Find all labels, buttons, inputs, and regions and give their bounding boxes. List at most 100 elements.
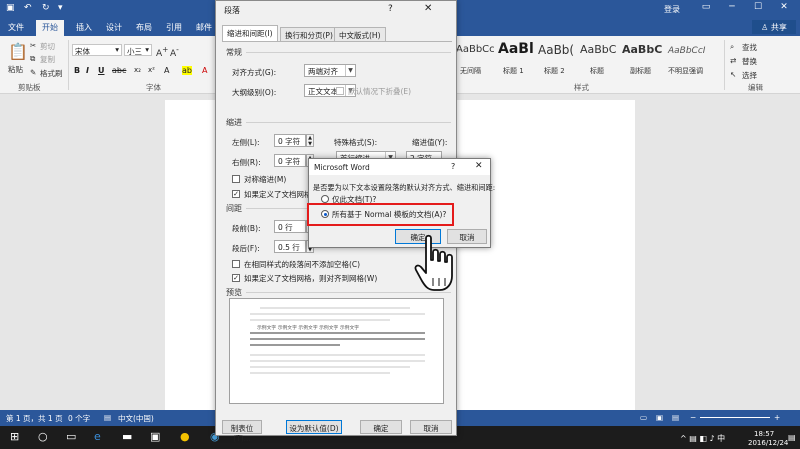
redo-icon[interactable]: ↻ [42,3,50,13]
preview-line [250,319,390,321]
file-explorer-icon[interactable]: ▬ [122,430,132,443]
auto-adjust-checkbox[interactable]: ✓ [232,190,240,198]
clock-date[interactable]: 2016/12/24 [748,439,788,447]
maximize-icon[interactable]: ☐ [748,2,768,12]
ok-button[interactable]: 确定 [360,420,402,434]
style-heading-2[interactable]: 标题 2 [544,66,565,76]
web-layout-icon[interactable]: ▤ [672,413,679,422]
style-heading-1[interactable]: 标题 1 [503,66,524,76]
select-button[interactable]: 选择 [742,70,757,81]
indent-right-input[interactable]: 0 字符 [274,154,306,167]
italic-icon[interactable]: I [86,66,89,75]
read-mode-icon[interactable]: ▭ [640,413,647,422]
cancel-button[interactable]: 取消 [410,420,452,434]
close-icon[interactable]: ✕ [475,161,483,171]
close-icon[interactable]: ✕ [424,3,432,14]
spacing-after-input[interactable]: 0.5 行 [274,240,306,253]
alignment-select[interactable]: 两端对齐 ▼ [304,64,356,77]
copy-icon[interactable]: ⧉ [30,54,35,64]
find-icon[interactable]: ⌕ [730,42,734,52]
windows-start-icon[interactable]: ⊞ [10,430,19,443]
superscript-icon[interactable]: x² [148,66,155,74]
this-document-radio[interactable] [321,195,329,203]
help-icon[interactable]: ? [388,4,393,14]
mirror-indents-checkbox[interactable] [232,175,240,183]
no-space-checkbox[interactable] [232,260,240,268]
tab-asian-typography[interactable]: 中文版式(H) [334,27,386,41]
tray-icons[interactable]: ^ ▤ ◧ ♪ 中 [680,433,725,444]
share-button[interactable]: ♙ 共享 [752,20,796,34]
snap-grid-checkbox[interactable]: ✓ [232,274,240,282]
sign-in-link[interactable]: 登录 [664,4,680,15]
style-preview: AaBl [498,41,534,57]
zoom-slider[interactable] [700,417,770,418]
subscript-icon[interactable]: x₂ [134,66,141,74]
print-layout-icon[interactable]: ▣ [656,413,663,422]
tab-references[interactable]: 引用 [166,22,182,33]
tab-mailings[interactable]: 邮件 [196,22,212,33]
paste-button[interactable]: 粘贴 [8,64,23,75]
format-painter-button[interactable]: 格式刷 [40,68,63,79]
zoom-in-icon[interactable]: + [774,413,780,422]
tab-layout[interactable]: 布局 [136,22,152,33]
replace-button[interactable]: 替换 [742,56,757,67]
format-painter-icon[interactable]: ✎ [30,68,36,77]
tab-line-page-breaks[interactable]: 换行和分页(P) [280,27,338,41]
underline-icon[interactable]: U [98,66,105,75]
style-subtitle[interactable]: 副标题 [630,66,651,76]
grow-font-icon[interactable]: A+ [156,45,168,59]
set-as-default-button[interactable]: 设为默认值(D) [286,420,342,434]
indent-left-input[interactable]: 0 字符 [274,134,306,147]
indent-left-spinner[interactable]: ▲ ▼ [306,134,314,147]
clock-time[interactable]: 18:57 [754,430,774,438]
minimize-icon[interactable]: ─ [722,2,742,12]
style-title[interactable]: 标题 [590,66,604,76]
preview-line [250,344,340,346]
bold-icon[interactable]: B [74,66,80,75]
text-effects-icon[interactable]: A [164,66,169,75]
task-view-icon[interactable]: ▭ [66,430,76,443]
tab-home[interactable]: 开始 [36,20,64,36]
find-button[interactable]: 查找 [742,42,757,53]
paste-icon[interactable]: 📋 [8,42,28,61]
copy-button[interactable]: 复制 [40,54,55,65]
customize-quick-access-icon[interactable]: ▾ [58,3,63,13]
spacing-before-input[interactable]: 0 行 [274,220,306,233]
dialog-title: 段落 [224,6,240,15]
style-subtle-emphasis[interactable]: 不明显强调 [668,66,703,76]
tabs-button[interactable]: 制表位(T)... [222,420,262,443]
cut-button[interactable]: 剪切 [40,41,55,52]
page-count[interactable]: 第 1 页，共 1 页 [6,413,63,424]
word-count[interactable]: 0 个字 [68,413,90,424]
edge-browser-icon[interactable]: e [94,430,101,443]
app-icon[interactable]: ● [180,430,190,443]
close-icon[interactable]: ✕ [774,2,794,12]
tab-design[interactable]: 设计 [106,22,122,33]
select-icon[interactable]: ↖ [730,70,736,79]
save-icon[interactable]: ▣ [6,3,15,13]
style-no-spacing[interactable]: 无间隔 [460,66,481,76]
cut-icon[interactable]: ✂ [30,41,36,50]
shrink-font-icon[interactable]: A- [170,45,179,59]
clipboard-group-label: 剪贴板 [18,83,41,92]
ribbon-display-icon[interactable]: ▭ [696,2,716,12]
tab-insert[interactable]: 插入 [76,22,92,33]
notifications-icon[interactable]: ▤ [788,433,796,442]
store-icon[interactable]: ▣ [150,430,160,443]
font-color-icon[interactable]: A [202,66,207,75]
tab-file[interactable]: 文件 [8,22,24,33]
search-icon[interactable]: ○ [38,430,48,443]
tab-indents-spacing[interactable]: 缩进和间距(I) [222,25,278,41]
help-icon[interactable]: ? [451,162,455,171]
highlight-icon[interactable]: ab [182,66,192,75]
font-name-combo[interactable]: 宋体 ▾ [72,44,122,56]
zoom-out-icon[interactable]: − [690,413,696,422]
alignment-label: 对齐方式(G): [232,68,277,77]
undo-icon[interactable]: ↶ [24,3,32,13]
strikethrough-icon[interactable]: abc [112,66,126,75]
font-size-combo[interactable]: 小三 ▾ [124,44,152,56]
replace-icon[interactable]: ⇄ [730,56,736,65]
collapse-checkbox[interactable] [336,87,344,95]
proofing-icon[interactable]: ▤ [104,413,111,422]
language-indicator[interactable]: 中文(中国) [118,413,154,424]
